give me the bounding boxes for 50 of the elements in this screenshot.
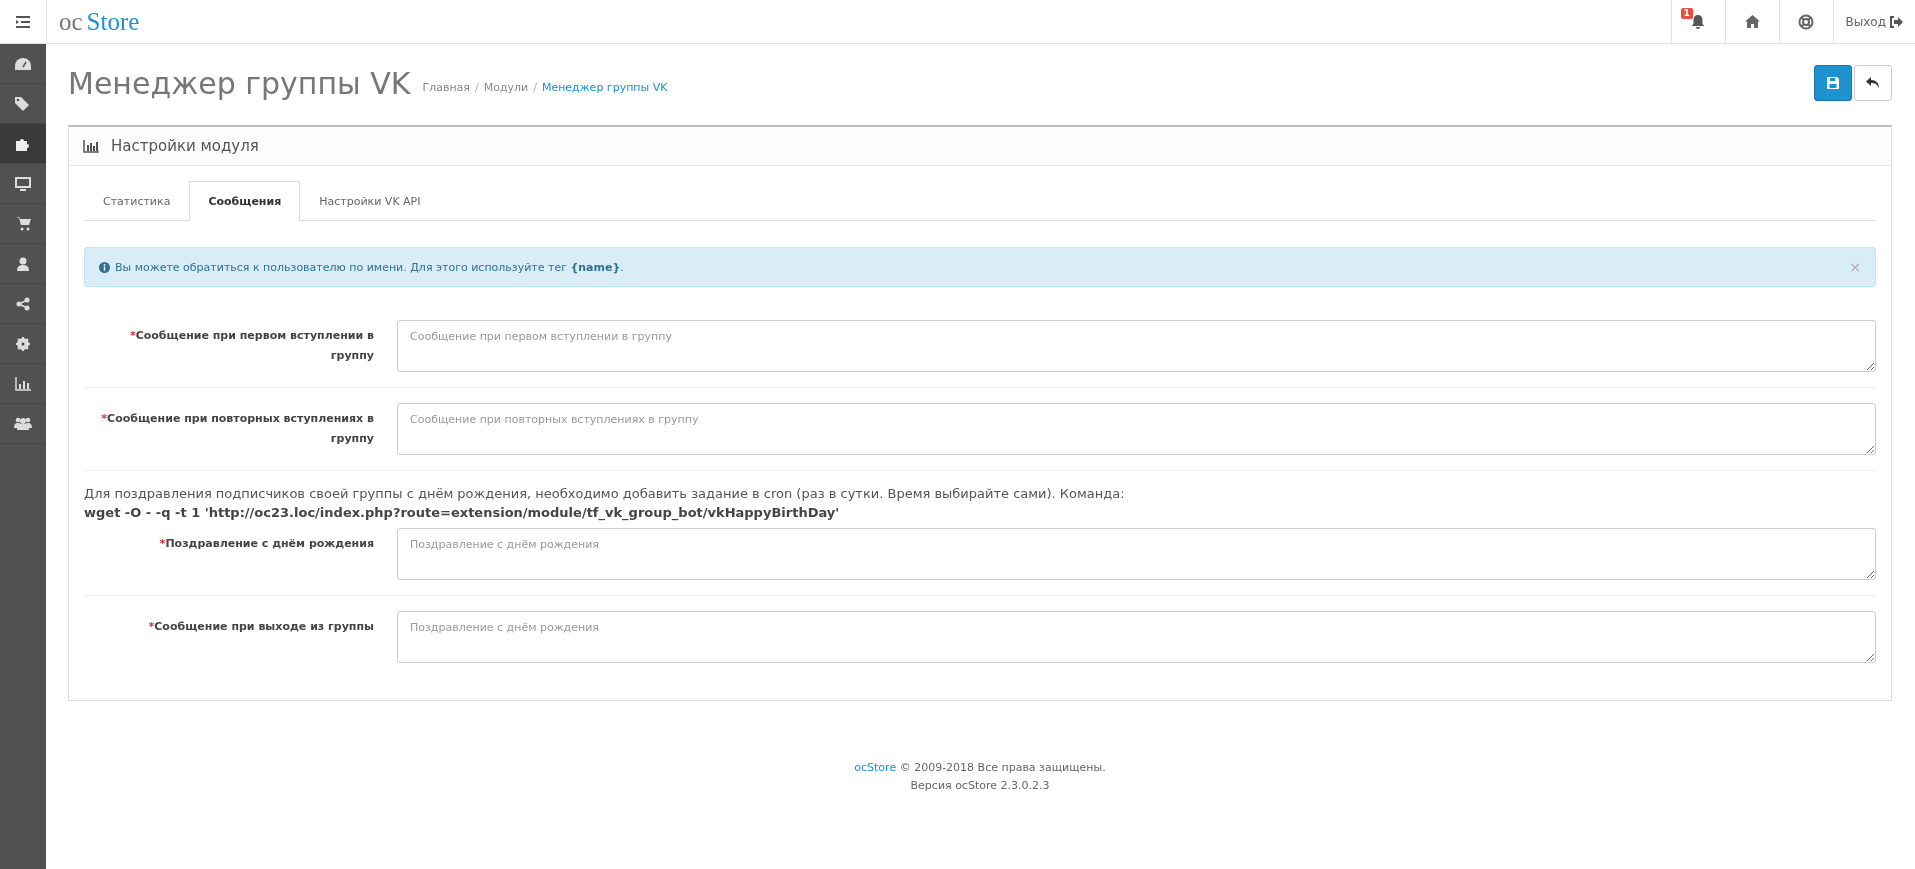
version-text: Версия ocStore 2.3.0.2.3 [909, 778, 1051, 794]
notification-count: 1 [1680, 8, 1693, 19]
share-icon [16, 296, 30, 311]
logo[interactable]: oc Store [47, 0, 140, 43]
bar-chart-icon [15, 376, 31, 391]
field-label: *Сообщение при выходе из группы [147, 619, 374, 635]
alert-text: Вы можете обратиться к пользователю по имени. Для этого используйте тег {name}. [115, 260, 625, 274]
bell-icon [1691, 13, 1706, 30]
lifebuoy-icon[interactable] [1798, 13, 1815, 30]
page-title: Менеджер группы VK [68, 65, 411, 101]
message-textarea[interactable]: Сообщение при первом вступлении в группу [397, 320, 1876, 372]
cart-icon [15, 216, 31, 231]
monitor-icon [15, 176, 31, 191]
dashboard-icon [15, 57, 31, 70]
field-label: *Сообщение при первом вступлении в группу [128, 328, 374, 364]
save-button[interactable] [1814, 65, 1852, 101]
back-button[interactable] [1854, 65, 1892, 101]
field-label: *Поздравление с днём рождения [158, 536, 374, 552]
sidebar-item[interactable] [0, 124, 46, 164]
field-label: *Сообщение при повторных вступлениях в группу [100, 411, 374, 447]
bar-chart-icon [83, 139, 99, 153]
puzzle-icon [16, 136, 30, 151]
breadcrumb-separator: / [474, 80, 479, 94]
message-textarea[interactable]: Сообщение при повторных вступлениях в группу [397, 403, 1876, 455]
cron-note: Для поздравления подписчиков своей группы с днём рождения, необходимо добавить задание в cron (раз в сутки. Время выбирайте сами). Команда: wget -O - -q -t 1 'http://oc23.loc/index.php?route=extension/module/tf_vk_group_bot/vkHappyBirthDay' [84, 485, 1126, 522]
breadcrumb-separator: / [533, 80, 537, 94]
message-textarea[interactable]: Поздравление с днём рождения [397, 611, 1876, 663]
reply-icon [1866, 77, 1880, 89]
copyright-text: ocStore © 2009-2018 Все права защищены. [853, 760, 1107, 776]
save-icon [1827, 77, 1839, 89]
close-button[interactable]: × [1849, 259, 1861, 275]
tags-icon [15, 96, 31, 111]
tab[interactable]: Настройки VK API [300, 181, 440, 221]
sign-out-icon [1889, 15, 1903, 28]
logout-link[interactable]: Выход [1832, 0, 1915, 43]
tab[interactable]: Сообщения [189, 181, 301, 221]
breadcrumb-link[interactable]: Менеджер группы VK [541, 80, 668, 94]
users-icon [14, 417, 32, 430]
menu-icon[interactable] [16, 15, 30, 28]
user-icon [17, 256, 29, 271]
breadcrumb-link[interactable]: Модули [483, 80, 529, 94]
ocstore-link[interactable]: ocStore [854, 761, 897, 774]
notifications-button[interactable]: 1 [1670, 0, 1725, 43]
settings-icon [16, 336, 30, 351]
info-icon [99, 261, 110, 273]
panel-title: Настройки модуля [111, 137, 259, 155]
tab[interactable]: Статистика [84, 181, 190, 221]
message-textarea[interactable]: Поздравление с днём рождения [397, 528, 1876, 580]
breadcrumb-link[interactable]: Главная [422, 80, 470, 94]
home-icon[interactable] [1744, 15, 1760, 28]
